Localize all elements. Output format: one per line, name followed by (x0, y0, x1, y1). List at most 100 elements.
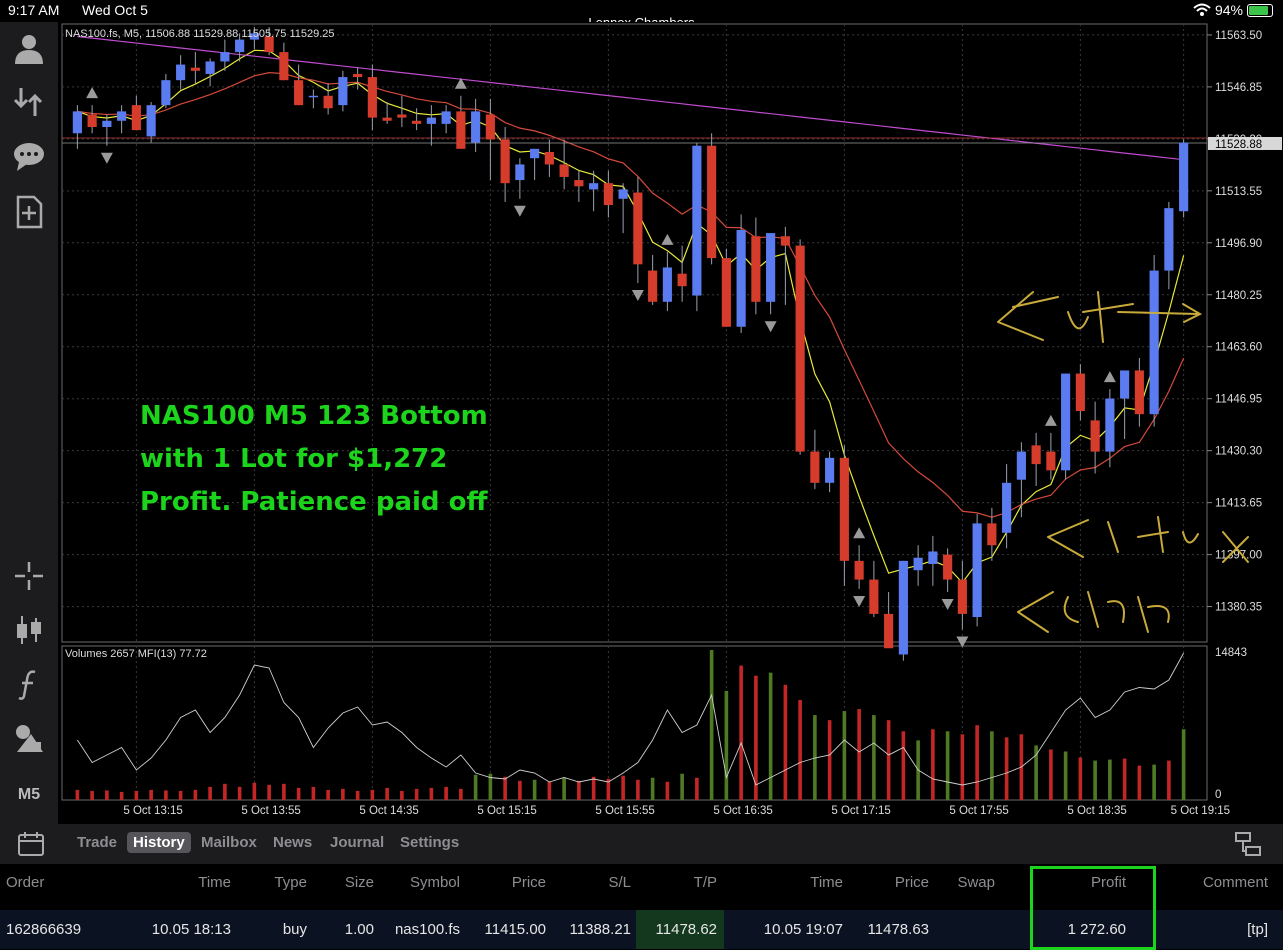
tab-mailbox[interactable]: Mailbox (201, 834, 257, 851)
volume-bar (783, 684, 788, 800)
tab-trade[interactable]: Trade (77, 834, 117, 851)
volume-bar (178, 790, 183, 800)
col-order[interactable]: Order (6, 874, 44, 891)
trade-arrows-icon[interactable] (11, 84, 47, 120)
col-close-time[interactable]: Time (810, 874, 843, 891)
volume-bar (636, 779, 640, 800)
cell-close-time: 10.05 19:07 (763, 921, 843, 938)
candle-body (721, 258, 731, 327)
candle-body (1120, 370, 1130, 399)
candle-body (102, 120, 112, 127)
candle-body (662, 267, 672, 302)
volume-bar (296, 787, 301, 800)
tab-history[interactable]: History (127, 832, 191, 853)
volume-bar (695, 777, 699, 800)
col-time[interactable]: Time (198, 874, 231, 891)
indicators-icon[interactable] (11, 666, 47, 702)
candle-body (131, 105, 141, 131)
candle-body (176, 64, 186, 81)
volume-bar (385, 787, 389, 800)
volume-bar (134, 790, 139, 800)
candle-body (1046, 451, 1056, 471)
candle-body (382, 117, 392, 121)
candle-body (308, 95, 318, 98)
volume-bar (665, 781, 670, 800)
col-symbol[interactable]: Symbol (410, 874, 460, 891)
layout-icon[interactable] (1234, 830, 1262, 858)
candle-body (544, 151, 554, 165)
volume-bar (1108, 759, 1112, 800)
cell-close-price: 11478.63 (867, 921, 929, 938)
candle-body (471, 111, 481, 143)
time-tick-label: 5 Oct 18:35 (1067, 805, 1126, 817)
volume-bar (355, 790, 360, 800)
volume-bar (709, 650, 714, 800)
candle-body (957, 579, 967, 614)
price-tick-label: 11546.85 (1215, 82, 1262, 94)
col-comment[interactable]: Comment (1203, 874, 1268, 891)
candle-body (367, 77, 377, 118)
tab-journal[interactable]: Journal (330, 834, 384, 851)
time-tick-label: 5 Oct 15:15 (477, 805, 536, 817)
volume-bar (444, 786, 448, 800)
volume-bar (341, 788, 345, 800)
volume-bar (326, 789, 330, 800)
price-tick-label: 11563.50 (1215, 30, 1262, 42)
col-type[interactable]: Type (274, 874, 307, 891)
volume-bar (547, 781, 552, 800)
col-sl[interactable]: S/L (608, 874, 631, 891)
candle-body (1134, 370, 1144, 415)
candle-body (943, 554, 953, 580)
volume-bar (990, 731, 994, 800)
candle-body (1105, 398, 1115, 452)
col-size[interactable]: Size (345, 874, 374, 891)
tab-news[interactable]: News (273, 834, 312, 851)
candle-body (353, 73, 363, 78)
volume-bar (370, 789, 375, 800)
volume-bar (1137, 765, 1142, 800)
volume-bar (193, 789, 198, 800)
volume-bar (591, 776, 596, 800)
volume-bar (931, 729, 935, 800)
chart-annotation: NAS100 M5 123 Bottom with 1 Lot for $1,2… (140, 395, 488, 524)
col-tp[interactable]: T/P (694, 874, 717, 891)
volume-bar (960, 734, 965, 800)
volume-bar (223, 783, 227, 800)
price-tick-label: 11446.95 (1215, 394, 1262, 406)
candle-body (412, 120, 422, 124)
volume-bar (724, 690, 729, 800)
account-icon[interactable] (11, 30, 47, 66)
profit-highlight-box (1030, 866, 1156, 950)
chat-icon[interactable] (11, 138, 47, 174)
volume-bar (252, 782, 257, 800)
time-tick-label: 5 Oct 13:15 (123, 805, 182, 817)
timeframe-button[interactable]: M5 (0, 786, 58, 804)
volume-bar (827, 720, 832, 800)
time-tick-label: 5 Oct 13:55 (241, 805, 300, 817)
candle-body (913, 557, 923, 571)
col-price[interactable]: Price (512, 874, 546, 891)
annotation-line-3: Profit. Patience paid off (140, 487, 488, 517)
tab-settings[interactable]: Settings (400, 834, 459, 851)
candle-body (323, 95, 333, 109)
volume-bar (90, 790, 94, 800)
candle-body (117, 111, 127, 121)
candle-body (766, 233, 776, 302)
volume-bar (400, 790, 404, 800)
volume-bar (739, 665, 743, 800)
objects-icon[interactable] (11, 720, 47, 756)
calendar-icon[interactable] (17, 830, 45, 858)
volume-tick-label: 14843 (1215, 647, 1247, 659)
volume-bar (459, 788, 463, 800)
volume-bar (119, 791, 124, 800)
crosshair-icon[interactable] (11, 558, 47, 594)
candlestick-icon[interactable] (11, 612, 47, 648)
new-document-icon[interactable] (11, 194, 47, 230)
chart-header: NAS100.fs, M5, 11506.88 11529.88 11505.7… (65, 28, 335, 40)
candle-body (648, 270, 658, 302)
col-swap[interactable]: Swap (957, 874, 995, 891)
candle-body (146, 105, 156, 137)
volume-bar (105, 790, 109, 800)
col-close-price[interactable]: Price (895, 874, 929, 891)
candle-body (677, 273, 687, 287)
